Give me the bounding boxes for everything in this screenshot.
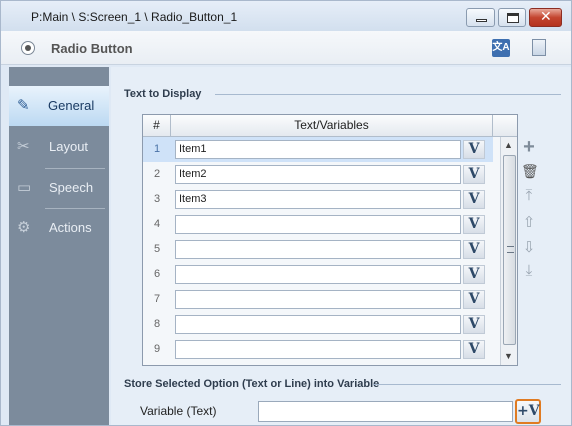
- table-row[interactable]: 4 V: [143, 212, 493, 237]
- edit-icon: ✎: [17, 97, 30, 114]
- sidebar-item-label: General: [48, 98, 95, 113]
- row-number: 9: [153, 343, 161, 355]
- row-number: 6: [153, 268, 161, 280]
- scrollbar-grip-icon: [507, 246, 514, 253]
- row-text-input[interactable]: [175, 340, 461, 359]
- add-row-icon[interactable]: +: [521, 136, 537, 159]
- table-row[interactable]: 2 Item2 V: [143, 162, 493, 187]
- sidebar: ✎ General ✂ Layout ▭ Speech ⚙ Actions: [9, 67, 109, 425]
- row-number: 2: [153, 168, 161, 180]
- actions-icon: ⚙: [17, 219, 31, 236]
- scroll-down-icon[interactable]: ▼: [504, 351, 513, 361]
- row-text-input[interactable]: [175, 290, 461, 309]
- move-down-icon[interactable]: ⇩: [521, 238, 537, 256]
- sidebar-item-label: Layout: [49, 139, 89, 154]
- dialog-header: Radio Button 文A: [1, 31, 571, 65]
- radio-button-icon: [21, 41, 35, 55]
- header-title: Radio Button: [51, 41, 133, 56]
- move-top-icon[interactable]: ⤒: [521, 187, 537, 204]
- move-up-icon[interactable]: ⇧: [521, 213, 537, 231]
- table-header: # Text/Variables: [143, 115, 517, 137]
- row-number: 3: [153, 193, 161, 205]
- table-row[interactable]: 6 V: [143, 262, 493, 287]
- speech-icon: ▭: [17, 179, 32, 196]
- table-row[interactable]: 9 V: [143, 337, 493, 362]
- row-text-input[interactable]: Item2: [175, 165, 461, 184]
- sidebar-item-layout[interactable]: ✂ Layout: [9, 127, 109, 167]
- table-row[interactable]: 3 Item3 V: [143, 187, 493, 212]
- dialog-window: P:Main \ S:Screen_1 \ Radio_Button_1 ✕ R…: [0, 0, 572, 426]
- maximize-button[interactable]: [498, 8, 526, 27]
- variable-button[interactable]: V: [463, 240, 485, 259]
- close-icon: ✕: [540, 9, 552, 25]
- scrollbar-thumb[interactable]: [503, 155, 516, 345]
- row-text-input[interactable]: [175, 240, 461, 259]
- variable-button[interactable]: V: [463, 215, 485, 234]
- minimize-icon: [476, 19, 487, 22]
- main-panel: Text to Display # Text/Variables 1 Item1…: [111, 67, 571, 425]
- items-table: # Text/Variables 1 Item1 V 2 Item2 V 3 I…: [142, 114, 518, 366]
- row-text-input[interactable]: [175, 315, 461, 334]
- variable-button[interactable]: V: [463, 315, 485, 334]
- variable-button[interactable]: V: [463, 190, 485, 209]
- note-icon[interactable]: [532, 39, 546, 56]
- variable-button[interactable]: V: [463, 290, 485, 309]
- section-title-text-to-display: Text to Display: [124, 88, 202, 100]
- move-bottom-icon[interactable]: ⤓: [521, 262, 537, 279]
- window-title: P:Main \ S:Screen_1 \ Radio_Button_1: [31, 10, 238, 24]
- variable-field-label: Variable (Text): [140, 404, 217, 418]
- row-number: 4: [153, 218, 161, 230]
- row-number: 7: [153, 293, 161, 305]
- variable-button[interactable]: V: [463, 165, 485, 184]
- variable-button[interactable]: V: [463, 340, 485, 359]
- sidebar-item-label: Actions: [49, 220, 92, 235]
- row-text-input[interactable]: Item3: [175, 190, 461, 209]
- table-row[interactable]: 5 V: [143, 237, 493, 262]
- row-text-input[interactable]: [175, 215, 461, 234]
- translate-icon[interactable]: 文A: [492, 39, 510, 57]
- title-bar[interactable]: P:Main \ S:Screen_1 \ Radio_Button_1 ✕: [1, 1, 571, 31]
- table-row[interactable]: 8 V: [143, 312, 493, 337]
- sidebar-item-speech[interactable]: ▭ Speech: [9, 168, 109, 208]
- sidebar-item-general[interactable]: ✎ General: [9, 86, 109, 126]
- maximize-icon: [507, 13, 519, 23]
- table-row[interactable]: 7 V: [143, 287, 493, 312]
- row-number: 1: [153, 143, 161, 155]
- row-text-input[interactable]: Item1: [175, 140, 461, 159]
- variable-text-input[interactable]: [258, 401, 513, 422]
- table-scrollbar[interactable]: ▲ ▼: [500, 137, 517, 365]
- section-divider: [373, 384, 561, 385]
- table-row[interactable]: 1 Item1 V: [143, 137, 493, 162]
- close-button[interactable]: ✕: [529, 8, 562, 27]
- minimize-button[interactable]: [466, 8, 495, 27]
- variable-button[interactable]: V: [463, 140, 485, 159]
- row-number: 5: [153, 243, 161, 255]
- row-number: 8: [153, 318, 161, 330]
- column-header-text: Text/Variables: [171, 115, 493, 136]
- insert-variable-button[interactable]: +V: [515, 399, 541, 424]
- sidebar-item-label: Speech: [49, 180, 94, 195]
- column-header-number: #: [143, 115, 171, 136]
- delete-row-icon[interactable]: 🗑: [521, 163, 539, 180]
- section-title-store-variable: Store Selected Option (Text or Line) int…: [124, 378, 380, 390]
- scroll-up-icon[interactable]: ▲: [504, 140, 513, 150]
- row-text-input[interactable]: [175, 265, 461, 284]
- variable-button[interactable]: V: [463, 265, 485, 284]
- sidebar-item-actions[interactable]: ⚙ Actions: [9, 208, 109, 248]
- section-divider: [215, 94, 561, 95]
- layout-icon: ✂: [17, 138, 30, 155]
